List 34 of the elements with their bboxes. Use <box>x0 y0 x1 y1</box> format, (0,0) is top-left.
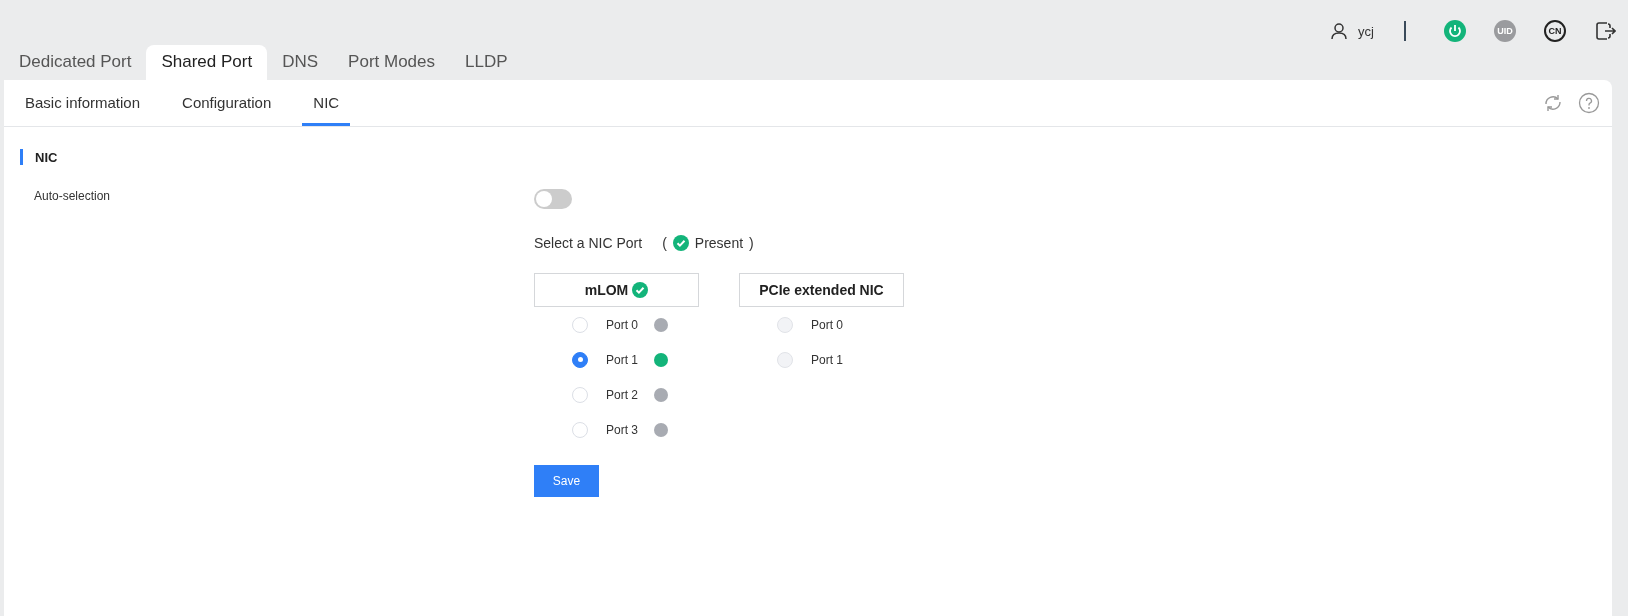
check-circle-icon <box>632 282 649 298</box>
port-label: Port 1 <box>606 352 639 367</box>
port-radio[interactable] <box>572 351 588 368</box>
tab[interactable]: Port Modes <box>333 45 451 80</box>
subtab[interactable]: Configuration <box>171 94 283 126</box>
field-label: Auto-selection <box>33 188 112 205</box>
nic-group-header: PCIe extended NIC <box>739 273 904 307</box>
port-label: Port 2 <box>606 387 639 402</box>
refresh-icon[interactable] <box>1542 92 1564 114</box>
port-label: Port 1 <box>811 352 844 367</box>
subtab[interactable]: NIC <box>302 94 351 126</box>
subtab[interactable]: Basic information <box>14 94 152 126</box>
field-label: Select a NIC Port <box>534 235 643 251</box>
tab[interactable]: LLDP <box>450 45 523 80</box>
user-icon[interactable] <box>1330 22 1349 40</box>
port-label: Port 3 <box>606 422 639 437</box>
nic-group-header: mLOM <box>534 273 699 307</box>
port-label: Port 0 <box>811 317 844 332</box>
legend-paren: ) <box>749 235 754 251</box>
section-title: NIC <box>35 149 58 165</box>
logout-icon[interactable] <box>1594 20 1616 42</box>
port-label: Port 0 <box>606 317 639 332</box>
legend-text: Present <box>694 235 744 251</box>
check-circle-icon <box>672 235 689 251</box>
tab[interactable]: Shared Port <box>146 45 268 80</box>
help-icon[interactable] <box>1578 92 1600 114</box>
legend-paren: ( <box>662 235 667 251</box>
save-button[interactable]: Save <box>534 465 599 497</box>
tab[interactable]: Dedicated Port <box>4 45 147 80</box>
tab[interactable]: DNS <box>267 45 334 80</box>
power-icon[interactable] <box>1444 20 1466 42</box>
username[interactable]: ycj <box>1358 23 1374 39</box>
auto-selection-toggle[interactable] <box>534 189 572 209</box>
language-button[interactable]: CN <box>1544 20 1566 42</box>
